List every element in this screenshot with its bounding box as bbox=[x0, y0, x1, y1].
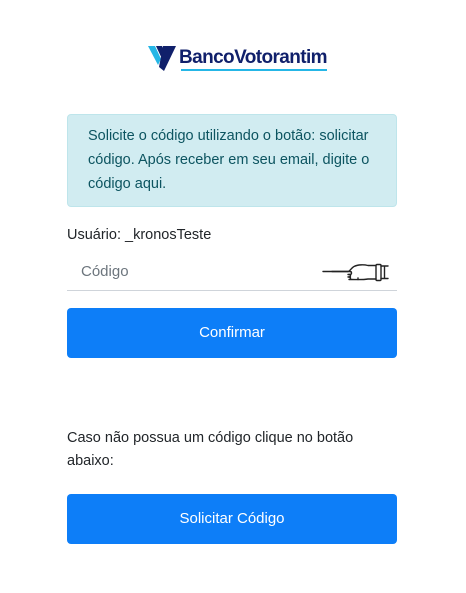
pointing-hand-icon bbox=[322, 263, 389, 282]
confirm-button[interactable]: Confirmar bbox=[67, 308, 397, 358]
code-field bbox=[67, 252, 397, 291]
brand-underline bbox=[181, 69, 327, 71]
alert-message: Solicite o código utilizando o botão: so… bbox=[88, 128, 370, 192]
username-label: Usuário: _kronosTeste bbox=[67, 227, 212, 243]
request-hint: Caso não possua um código clique no botã… bbox=[67, 430, 354, 469]
brand-logo: BancoVotorantim bbox=[147, 43, 328, 73]
brand-name: BancoVotorantim bbox=[179, 43, 328, 73]
request-code-button[interactable]: Solicitar Código bbox=[67, 494, 397, 544]
info-alert: Solicite o código utilizando o botão: so… bbox=[67, 114, 397, 207]
code-input[interactable] bbox=[67, 252, 331, 290]
bv-logo-icon bbox=[148, 46, 176, 71]
